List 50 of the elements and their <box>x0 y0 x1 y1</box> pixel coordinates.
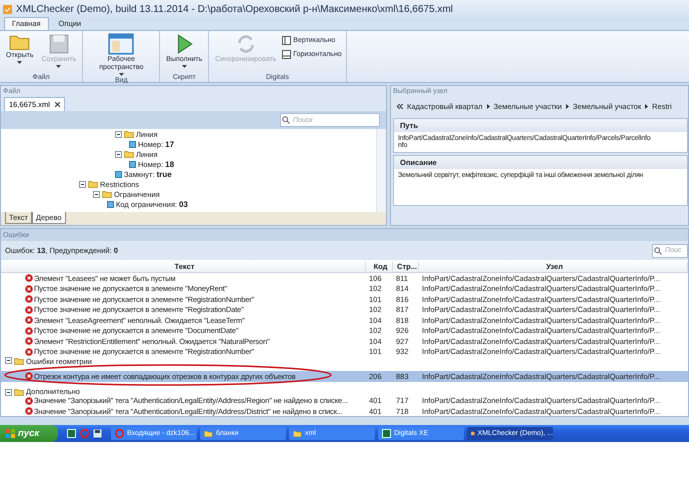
error-icon <box>25 326 33 335</box>
folder-icon <box>8 33 31 51</box>
app-icon <box>67 429 76 438</box>
window-title: XMLChecker (Demo), build 13.11.2014 - D:\работа\Ореховский р-н\Максименко\xml\16,6675.xml <box>16 4 453 14</box>
folder-icon <box>293 430 302 438</box>
collapse-icon[interactable] <box>93 190 100 198</box>
checkmark-icon <box>471 429 475 438</box>
error-icon <box>25 295 33 304</box>
vertical-split-icon <box>282 36 292 45</box>
windows-flag-icon <box>6 429 15 438</box>
collapse-icon[interactable] <box>5 357 12 364</box>
collapse-icon[interactable] <box>79 180 86 188</box>
error-icon <box>25 284 33 293</box>
folder-icon <box>204 430 213 438</box>
horizontal-split-icon <box>282 50 292 59</box>
tree-node-value: 18 <box>165 160 174 168</box>
scrollbar[interactable] <box>376 129 386 212</box>
square-icon <box>129 140 136 148</box>
error-icon <box>25 396 33 405</box>
chevron-icon <box>486 104 490 108</box>
square-icon <box>129 160 136 168</box>
app-icon <box>382 429 391 438</box>
o-icon <box>115 429 124 438</box>
error-icon <box>25 372 33 380</box>
error-icon <box>25 306 33 314</box>
square-icon <box>107 200 114 208</box>
error-icon <box>25 316 33 324</box>
folder-icon <box>14 388 24 396</box>
collapse-icon[interactable] <box>115 130 122 138</box>
square-icon <box>115 170 122 178</box>
start-button[interactable]: пуск <box>0 425 58 442</box>
folder-icon <box>124 150 134 158</box>
error-icon <box>25 274 33 282</box>
close-icon[interactable] <box>54 102 60 107</box>
tree-node-value: 17 <box>165 140 174 148</box>
double-chevron-icon[interactable] <box>397 104 403 108</box>
window-layout-icon <box>108 33 134 55</box>
tree-node-value: 03 <box>178 200 188 208</box>
o-icon <box>80 429 89 438</box>
error-icon <box>25 348 33 356</box>
search-icon <box>282 116 290 124</box>
checkmark-icon <box>3 4 12 14</box>
folder-icon <box>14 357 24 365</box>
error-icon <box>25 337 33 346</box>
collapse-icon[interactable] <box>5 388 12 396</box>
collapse-icon[interactable] <box>115 150 122 158</box>
chevron-icon <box>645 104 648 108</box>
chevron-icon <box>566 104 569 108</box>
tree-node-value: true <box>156 170 172 178</box>
search-icon <box>654 246 662 254</box>
